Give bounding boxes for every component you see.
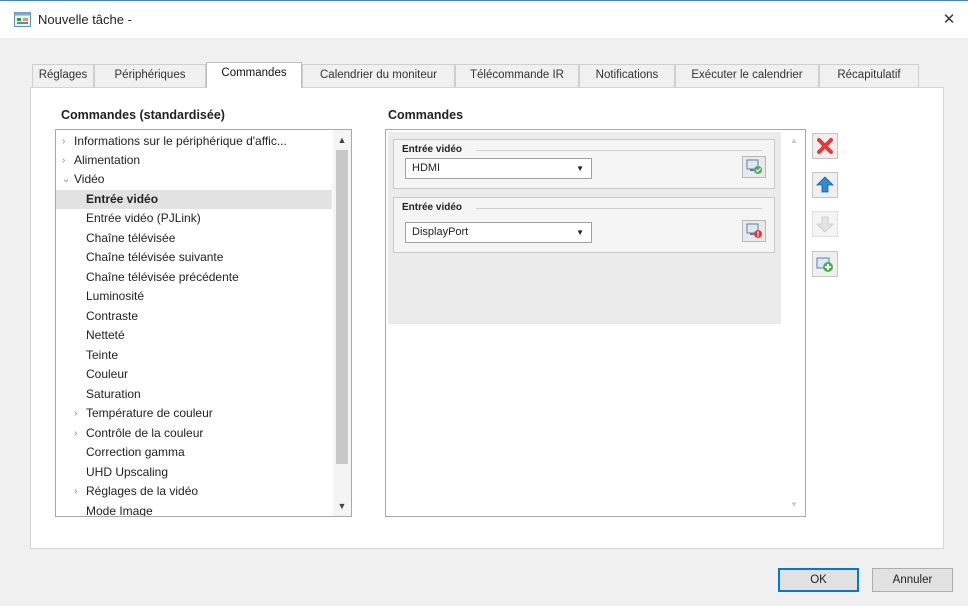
tab-recapitulatif[interactable]: Récapitulatif — [819, 64, 919, 87]
command-group-legend: Entrée vidéo — [402, 144, 463, 155]
command-group-legend: Entrée vidéo — [402, 202, 463, 213]
scroll-up-icon[interactable]: ▲ — [333, 132, 351, 148]
move-up-button[interactable] — [812, 172, 838, 198]
tree-item-saturation[interactable]: Saturation — [56, 385, 332, 404]
tab-reglages[interactable]: Réglages — [32, 64, 94, 87]
video-input-select[interactable]: HDMI ▼ — [405, 158, 592, 179]
delete-icon — [817, 138, 833, 154]
dropdown-arrow-icon: ▼ — [576, 164, 584, 173]
tree-item-next-channel[interactable]: Chaîne télévisée suivante — [56, 248, 332, 267]
dropdown-arrow-icon: ▼ — [576, 228, 584, 237]
standard-commands-heading: Commandes (standardisée) — [61, 108, 225, 122]
tree-item-picture-mode[interactable]: Mode Image — [56, 502, 332, 517]
window-title: Nouvelle tâche - — [38, 12, 132, 27]
video-input-value: HDMI — [412, 162, 441, 174]
tree-item-video-input-pjlink[interactable]: Entrée vidéo (PJLink) — [56, 209, 332, 228]
tab-notifications[interactable]: Notifications — [579, 64, 675, 87]
tree-item-label: Mode Image — [86, 504, 153, 517]
tree-scroll-thumb[interactable] — [336, 150, 348, 464]
tree-item-label: Netteté — [86, 328, 125, 342]
close-button[interactable]: ✕ — [936, 7, 962, 33]
scroll-down-icon[interactable]: ▼ — [784, 500, 804, 509]
tree-item-gamma-correction[interactable]: Correction gamma — [56, 443, 332, 462]
tree-item-color[interactable]: Couleur — [56, 365, 332, 384]
chevron-right-icon[interactable]: › — [62, 132, 72, 151]
command-tree[interactable]: › Informations sur le périphérique d'affi… — [55, 129, 352, 517]
tree-item-label: Couleur — [86, 367, 129, 381]
status-ok-icon — [746, 159, 762, 174]
close-icon: ✕ — [942, 11, 956, 28]
add-command-button[interactable] — [812, 251, 838, 277]
chevron-right-icon[interactable]: › — [74, 424, 84, 443]
tree-item-label: Luminosité — [86, 289, 145, 303]
ok-button[interactable]: OK — [778, 568, 859, 592]
tree-item-label: Vidéo — [74, 172, 105, 186]
tree-item-label: Contraste — [86, 309, 139, 323]
tree-scrollbar[interactable]: ▲ ▼ — [333, 130, 351, 516]
tree-item-label: Température de couleur — [86, 406, 213, 420]
group-divider — [476, 150, 762, 151]
tree-item-label: Saturation — [86, 387, 141, 401]
tree-item-label: UHD Upscaling — [86, 465, 169, 479]
test-command-button[interactable] — [742, 156, 766, 178]
move-down-button[interactable] — [812, 211, 838, 237]
tree-item-label: Chaîne télévisée — [86, 231, 176, 245]
tree-item-contrast[interactable]: Contraste — [56, 307, 332, 326]
tree-item-label: Chaîne télévisée suivante — [86, 250, 224, 264]
tree-item-previous-channel[interactable]: Chaîne télévisée précédente — [56, 268, 332, 287]
chevron-right-icon[interactable]: › — [62, 151, 72, 170]
tab-telecommande-ir[interactable]: Télécommande IR — [455, 64, 579, 87]
tab-calendrier-moniteur[interactable]: Calendrier du moniteur — [302, 64, 455, 87]
move-up-icon — [816, 176, 834, 193]
tree-item-label: Entrée vidéo — [86, 192, 159, 206]
cancel-button[interactable]: Annuler — [872, 568, 953, 592]
tree-item-label: Informations sur le périphérique d'affic… — [74, 134, 287, 148]
title-bar: Nouvelle tâche - ✕ — [0, 0, 968, 38]
scroll-down-icon[interactable]: ▼ — [333, 498, 351, 514]
command-list-scrollbar[interactable]: ▲ ▼ — [784, 132, 804, 514]
command-group-displayport: Entrée vidéo DisplayPort ▼ — [393, 197, 775, 253]
tab-peripheriques[interactable]: Périphériques — [94, 64, 206, 87]
test-command-button[interactable] — [742, 220, 766, 242]
tab-executer-calendrier[interactable]: Exécuter le calendrier — [675, 64, 819, 87]
delete-command-button[interactable] — [812, 133, 838, 159]
tree-item-color-temperature[interactable]: › Température de couleur — [56, 404, 332, 423]
chevron-right-icon[interactable]: › — [74, 482, 84, 501]
tree-item-video[interactable]: ⌄ Vidéo — [56, 170, 334, 189]
tree-item-label: Correction gamma — [86, 445, 185, 459]
commands-heading: Commandes — [388, 108, 464, 122]
tree-item-video-settings[interactable]: › Réglages de la vidéo — [56, 482, 332, 501]
command-group-hdmi: Entrée vidéo HDMI ▼ — [393, 139, 775, 189]
tree-item-label: Contrôle de la couleur — [86, 426, 204, 440]
chevron-down-icon[interactable]: ⌄ — [62, 170, 72, 189]
scroll-up-icon[interactable]: ▲ — [784, 136, 804, 145]
add-command-icon — [816, 257, 833, 272]
tree-item-tint[interactable]: Teinte — [56, 346, 332, 365]
tree-item-color-control[interactable]: › Contrôle de la couleur — [56, 424, 332, 443]
tree-item-power[interactable]: › Alimentation — [56, 151, 334, 170]
tree-item-brightness[interactable]: Luminosité — [56, 287, 332, 306]
video-input-value: DisplayPort — [412, 226, 469, 238]
tree-item-sharpness[interactable]: Netteté — [56, 326, 332, 345]
tree-item-uhd-upscaling[interactable]: UHD Upscaling — [56, 463, 332, 482]
status-error-icon — [746, 223, 762, 238]
chevron-right-icon[interactable]: › — [74, 404, 84, 423]
tab-commandes[interactable]: Commandes — [206, 62, 302, 88]
tree-item-label: Chaîne télévisée précédente — [86, 270, 239, 284]
tree-item-label: Réglages de la vidéo — [86, 484, 199, 498]
tree-item-tv-channel[interactable]: Chaîne télévisée — [56, 229, 332, 248]
task-app-icon — [14, 12, 31, 27]
tree-item-video-input[interactable]: Entrée vidéo — [56, 190, 332, 209]
move-down-icon — [816, 216, 834, 233]
tree-item-label: Alimentation — [74, 153, 141, 167]
group-divider — [476, 208, 762, 209]
video-input-select[interactable]: DisplayPort ▼ — [405, 222, 592, 243]
tree-item-label: Entrée vidéo (PJLink) — [86, 211, 201, 225]
tree-item-label: Teinte — [86, 348, 119, 362]
tree-item-device-info[interactable]: › Informations sur le périphérique d'affi… — [56, 132, 334, 151]
